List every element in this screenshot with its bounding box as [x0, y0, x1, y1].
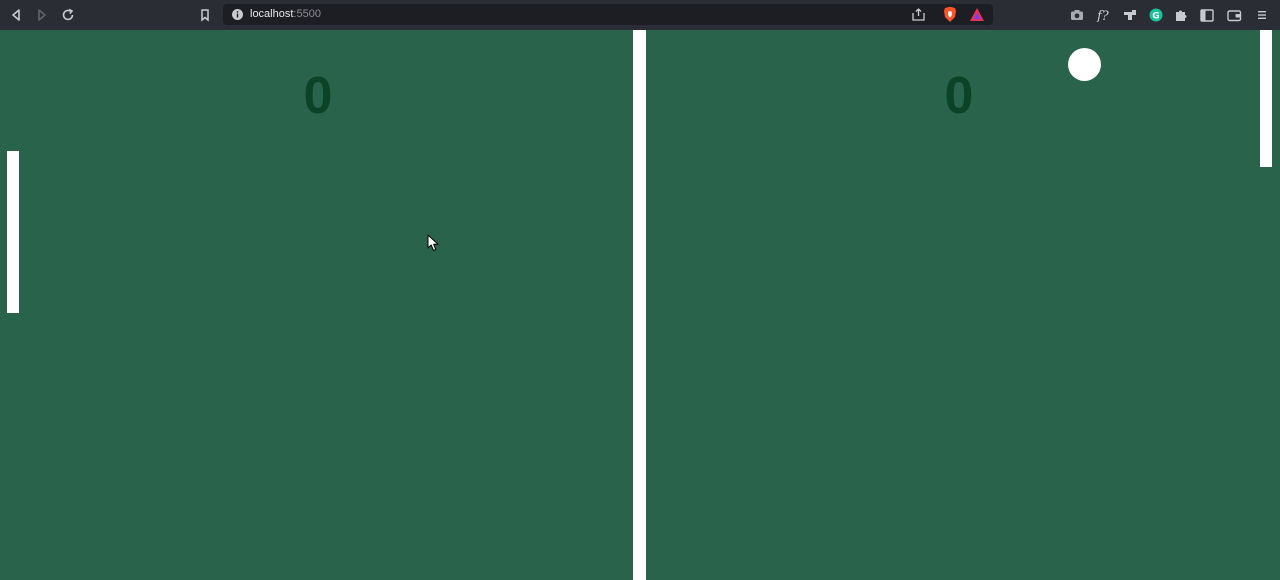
brave-rewards-icon[interactable] [969, 7, 985, 27]
site-info-icon[interactable] [231, 8, 244, 26]
share-icon[interactable] [911, 7, 926, 27]
ball [1068, 48, 1101, 81]
wallet-icon[interactable] [1224, 5, 1244, 25]
svg-text:G: G [1152, 12, 1159, 22]
extensions-puzzle-icon[interactable] [1171, 5, 1191, 25]
reload-icon[interactable] [58, 5, 78, 25]
address-bar[interactable]: localhost:5500 [223, 4, 993, 25]
mouse-cursor-icon [427, 234, 439, 251]
center-net [633, 30, 646, 580]
forward-icon[interactable] [32, 5, 52, 25]
browser-toolbar: localhost:5500 f? G [0, 0, 1280, 30]
url-text: localhost:5500 [250, 7, 321, 22]
grammarly-icon[interactable]: G [1146, 5, 1166, 25]
bookmark-icon[interactable] [195, 5, 215, 25]
right-paddle [1260, 30, 1272, 167]
menu-icon[interactable] [1252, 5, 1272, 25]
url-host: localhost [250, 8, 294, 20]
url-port: :5500 [293, 8, 321, 20]
svg-text:f?: f? [1096, 9, 1110, 22]
screenshot-icon[interactable] [1067, 5, 1087, 25]
sidebar-icon[interactable] [1197, 5, 1217, 25]
right-player-score: 0 [944, 67, 974, 125]
brave-shields-icon[interactable] [942, 6, 958, 28]
pong-game-field[interactable]: 0 0 [0, 30, 1280, 580]
formula-extension-icon[interactable]: f? [1094, 5, 1114, 25]
left-player-score: 0 [303, 67, 333, 125]
extension-icon[interactable] [1120, 5, 1140, 25]
back-icon[interactable] [6, 5, 26, 25]
left-paddle[interactable] [7, 151, 19, 313]
